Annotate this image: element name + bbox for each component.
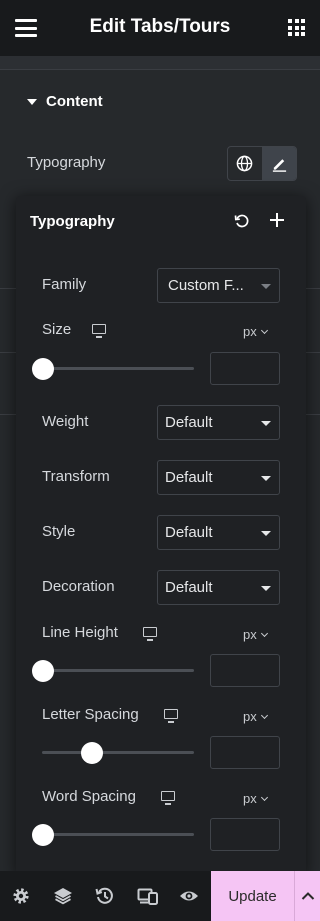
typography-label: Typography [27, 154, 106, 171]
dropdown-arrow-icon [261, 586, 271, 591]
dropdown-arrow-icon [261, 284, 271, 289]
transform-value: Default [165, 469, 213, 486]
layers-icon[interactable] [53, 886, 73, 906]
transform-label: Transform [42, 468, 110, 485]
desktop-icon[interactable] [161, 791, 175, 805]
global-typography-button[interactable] [228, 147, 262, 180]
word-spacing-unit-select[interactable]: px [243, 791, 268, 806]
reset-icon[interactable] [234, 213, 250, 229]
style-label: Style [42, 523, 76, 540]
typography-popover: Typography Family Custom F... Size px We… [16, 196, 306, 876]
dropdown-arrow-icon [261, 421, 271, 426]
family-label: Family [42, 276, 87, 293]
unit-label: px [243, 324, 257, 339]
header-strip [0, 56, 320, 70]
weight-label: Weight [42, 413, 89, 430]
editor-header: Edit Tabs/Tours [0, 0, 320, 56]
word-spacing-slider-track[interactable] [42, 833, 194, 836]
style-value: Default [165, 524, 213, 541]
size-slider-track[interactable] [42, 367, 194, 370]
word-spacing-label: Word Spacing [42, 788, 136, 805]
caret-down-icon [27, 98, 37, 105]
line-height-slider-handle[interactable] [32, 659, 54, 682]
globe-icon [236, 155, 253, 172]
unit-label: px [243, 791, 257, 806]
apps-grid-icon[interactable] [288, 19, 305, 36]
unit-label: px [243, 709, 257, 724]
desktop-icon[interactable] [92, 324, 106, 338]
decoration-value: Default [165, 579, 213, 596]
letter-spacing-input[interactable] [210, 736, 280, 769]
line-height-input[interactable] [210, 654, 280, 687]
chevron-down-icon [260, 629, 268, 637]
section-title: Content [46, 93, 103, 110]
style-select[interactable]: Default [157, 515, 280, 550]
line-height-unit-select[interactable]: px [243, 627, 268, 642]
dropdown-arrow-icon [261, 531, 271, 536]
edit-typography-button[interactable] [261, 147, 296, 180]
content-section-toggle[interactable]: Content [27, 93, 103, 110]
plus-icon[interactable] [268, 211, 286, 229]
update-button[interactable]: Update [211, 871, 294, 921]
chevron-up-icon[interactable] [294, 871, 320, 921]
decoration-select[interactable]: Default [157, 570, 280, 605]
dropdown-arrow-icon [261, 476, 271, 481]
size-slider-handle[interactable] [32, 357, 54, 380]
size-input[interactable] [210, 352, 280, 385]
responsive-icon[interactable] [137, 886, 158, 906]
size-label: Size [42, 321, 72, 338]
transform-select[interactable]: Default [157, 460, 280, 495]
family-select[interactable]: Custom F... [157, 268, 280, 303]
desktop-icon[interactable] [164, 709, 178, 723]
history-icon[interactable] [95, 886, 115, 906]
weight-select[interactable]: Default [157, 405, 280, 440]
chevron-down-icon [260, 793, 268, 801]
unit-label: px [243, 627, 257, 642]
letter-spacing-unit-select[interactable]: px [243, 709, 268, 724]
desktop-icon[interactable] [143, 627, 157, 641]
letter-spacing-slider-track[interactable] [42, 751, 194, 754]
preview-eye-icon[interactable] [179, 886, 199, 906]
settings-icon[interactable] [11, 886, 31, 906]
decoration-label: Decoration [42, 578, 115, 595]
word-spacing-input[interactable] [210, 818, 280, 851]
line-height-slider-track[interactable] [42, 669, 194, 672]
size-unit-select[interactable]: px [243, 324, 268, 339]
popover-title: Typography [30, 213, 115, 230]
line-height-label: Line Height [42, 624, 118, 641]
pencil-icon [272, 159, 286, 172]
letter-spacing-label: Letter Spacing [42, 706, 139, 723]
letter-spacing-slider-handle[interactable] [81, 741, 104, 764]
word-spacing-slider-handle[interactable] [32, 823, 54, 846]
chevron-down-icon [260, 326, 268, 334]
page-title: Edit Tabs/Tours [89, 16, 231, 37]
family-value: Custom F... [168, 277, 244, 294]
weight-value: Default [165, 414, 213, 431]
chevron-down-icon [260, 711, 268, 719]
typography-control [227, 146, 297, 181]
editor-footer: Update [0, 871, 320, 921]
